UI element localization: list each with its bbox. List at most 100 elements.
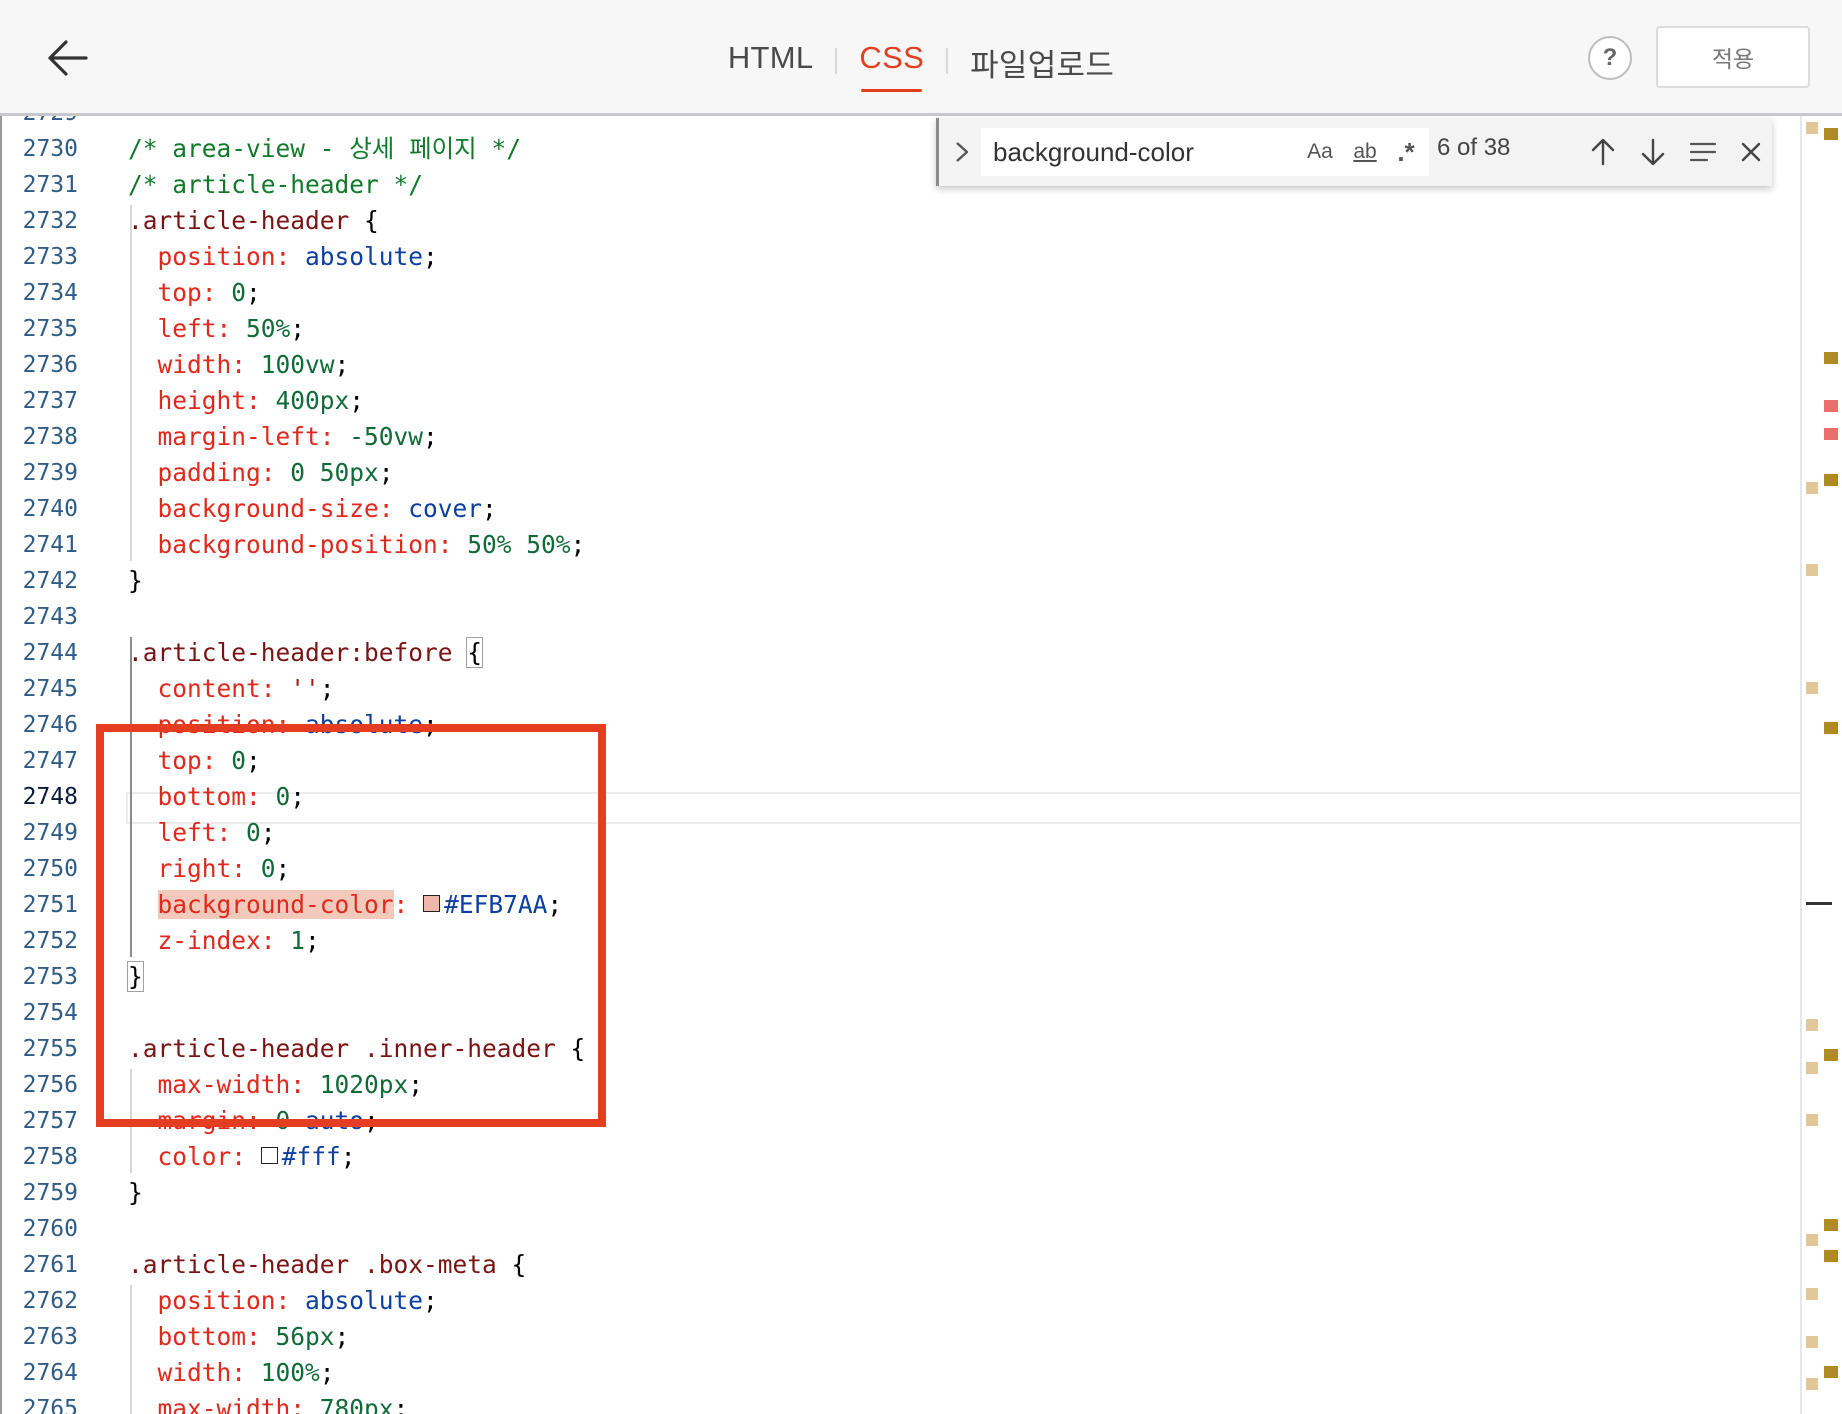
line-code: padding: 0 50px; [128,455,394,491]
line-code: .article-header .box-meta { [128,1247,526,1283]
line-number: 2750 [22,856,78,882]
ruler-mark [1806,1378,1818,1390]
code-line[interactable]: 2759} [2,1175,1828,1211]
line-code: margin: 0 auto; [128,1103,379,1139]
find-in-selection-icon[interactable] [1685,134,1721,170]
line-number: 2762 [22,1288,78,1314]
code-line[interactable]: 2740 background-size: cover; [2,491,1828,527]
code-line[interactable]: 2755 .article-header .inner-header { [2,1031,1828,1067]
line-code: max-width: 780px; [128,1391,409,1414]
code-token: ; [547,890,563,919]
line-number: 2754 [22,1000,78,1026]
line-code: .article-header .inner-header { [128,1031,585,1067]
code-line[interactable]: 2762 position: absolute; [2,1283,1828,1319]
ruler-mark [1824,1366,1838,1378]
code-line[interactable]: 2747 top: 0; [2,743,1828,779]
code-line[interactable]: 2764 width: 100%; [2,1355,1828,1391]
regex-option[interactable]: .* [1387,132,1425,172]
code-line[interactable]: 2756 max-width: 1020px; [2,1067,1828,1103]
code-line[interactable]: 2754 [2,995,1828,1031]
code-line[interactable]: 2737 height: 400px; [2,383,1828,419]
code-token: ; [378,458,394,487]
code-line[interactable]: 2738 margin-left: -50vw; [2,419,1828,455]
ruler-mark [1806,482,1818,494]
code-token: right: [128,854,247,883]
color-swatch[interactable] [423,895,441,912]
line-code: max-width: 1020px; [128,1067,424,1103]
code-line[interactable]: 2763 bottom: 56px; [2,1319,1828,1355]
code-line[interactable]: 2745 content: ''; [2,671,1828,707]
code-token: 56px [260,1322,335,1351]
close-icon[interactable] [1733,134,1769,170]
code-line[interactable]: 2732 .article-header { [2,203,1828,239]
line-code: } [128,563,143,599]
next-match-arrow-down-icon[interactable] [1635,134,1671,170]
toggle-replace-chevron-icon[interactable] [951,138,973,166]
code-token: ; [423,710,438,739]
line-number: 2757 [22,1108,78,1134]
code-line[interactable]: 2753} [2,959,1828,995]
ruler-mark [1806,564,1818,576]
code-line[interactable]: 2765 max-width: 780px; [2,1391,1828,1414]
ruler-mark [1824,1049,1838,1061]
code-token: 1020px [305,1070,409,1099]
tab-file-upload[interactable]: 파일업로드 [960,36,1124,95]
code-token: absolute [290,242,424,271]
code-token: ; [340,1142,356,1171]
color-swatch[interactable] [260,1147,278,1164]
code-token: width: [128,350,247,379]
code-token: 50% 50% [452,530,571,559]
line-number: 2737 [22,388,78,414]
code-token: 0 [260,1106,291,1135]
code-token: { [555,1034,586,1063]
code-line[interactable]: 2744 .article-header:before { [2,635,1828,671]
ruler-mark [1806,122,1818,134]
apply-button[interactable]: 적용 [1656,26,1810,88]
code-line[interactable]: 2739 padding: 0 50px; [2,455,1828,491]
line-code: top: 0; [128,275,261,311]
code-token: } [128,566,143,595]
code-line[interactable]: 2746 position: absolute; [2,707,1828,743]
line-code: position: absolute; [128,239,438,275]
css-code-editor[interactable]: 2729 2730 /* area-view - 상세 페이지 */ 2731 /* a… [0,116,1842,1414]
code-token: background-position: [128,530,453,559]
code-line[interactable]: 2758 color: #fff; [2,1139,1828,1175]
match-whole-word-option[interactable]: ab [1343,132,1387,172]
code-line[interactable]: 2733 position: absolute; [2,239,1828,275]
line-number: 2731 [22,172,78,198]
previous-match-arrow-up-icon[interactable] [1585,134,1621,170]
ruler-mark [1806,1288,1818,1300]
help-button[interactable]: ? [1588,36,1632,80]
line-number: 2744 [22,640,78,666]
code-line[interactable]: 2752 z-index: 1; [2,923,1828,959]
code-line[interactable]: 2743 [2,599,1828,635]
code-line[interactable]: 2734 top: 0; [2,275,1828,311]
code-line[interactable]: 2749 left: 0; [2,815,1828,851]
code-line[interactable]: 2742} [2,563,1828,599]
code-line[interactable]: 2751 background-color: #EFB7AA; [2,887,1828,923]
overview-ruler[interactable] [1800,116,1842,1414]
line-code: background-position: 50% 50%; [128,527,586,563]
code-line[interactable]: 2735 left: 50%; [2,311,1828,347]
code-token: width: [128,1358,247,1387]
tab-css[interactable]: CSS [849,36,934,92]
line-code: position: absolute; [128,707,438,743]
code-token: ; [570,530,586,559]
match-count: 6 of 38 [1437,134,1511,161]
tab-divider [835,48,838,74]
line-number: 2758 [22,1144,78,1170]
code-line[interactable]: 2748 bottom: 0; [2,779,1828,815]
code-line[interactable]: 2750 right: 0; [2,851,1828,887]
tab-html[interactable]: HTML [718,36,824,86]
line-number: 2732 [22,208,78,234]
code-token: bottom: [128,782,261,811]
match-case-option[interactable]: Aa [1299,132,1341,172]
code-token: max-width: [128,1070,306,1099]
code-line[interactable]: 2741 background-position: 50% 50%; [2,527,1828,563]
code-line[interactable]: 2760 [2,1211,1828,1247]
code-line[interactable]: 2761 .article-header .box-meta { [2,1247,1828,1283]
ruler-mark [1806,1019,1818,1031]
code-line[interactable]: 2757 margin: 0 auto; [2,1103,1828,1139]
code-line[interactable]: 2736 width: 100vw; [2,347,1828,383]
code-token: color: [128,1142,247,1171]
